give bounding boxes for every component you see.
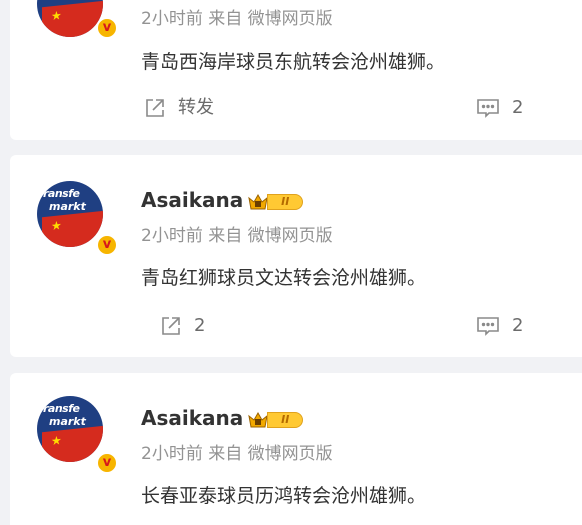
repost-icon (162, 317, 180, 335)
star-icon: ★ (51, 8, 62, 24)
crown-icon (248, 411, 268, 427)
star-icon: ★ (51, 433, 62, 449)
flag-image: ★ (42, 210, 103, 247)
post-time[interactable]: 2小时前 (141, 444, 203, 464)
author-name-text: Asaikana (141, 188, 244, 212)
repost-count: 2 (194, 315, 206, 336)
repost-button[interactable]: 2 (160, 315, 205, 337)
post-source: 来自 微博网页版 (208, 9, 333, 29)
member-level-badge[interactable]: II (247, 191, 305, 213)
level-label: II (267, 193, 304, 210)
comment-button[interactable]: 2 (476, 315, 523, 337)
post-time[interactable]: 2小时前 (141, 9, 203, 29)
verified-icon: v (96, 234, 118, 256)
avatar[interactable]: ransfe markt ★ (37, 181, 103, 247)
post-source: 来自 微博网页版 (208, 444, 333, 464)
avatar-logo-text: ransfe (43, 402, 80, 415)
repost-label: 转发 (178, 97, 214, 118)
post-time[interactable]: 2小时前 (141, 226, 203, 246)
author-name[interactable]: Asaikana II (141, 406, 305, 431)
post-meta: 2小时前 来自 微博网页版 (141, 9, 333, 29)
repost-icon (146, 99, 164, 117)
post-text: 长春亚泰球员历鸿转会沧州雄狮。 (141, 485, 427, 507)
post-source: 来自 微博网页版 (208, 226, 333, 246)
post-card-1: ransfe markt ★ v 2小时前 来自 微博网页版 青岛西海岸球员东航… (10, 0, 582, 140)
avatar[interactable]: ransfe markt ★ (37, 396, 103, 462)
post-card-3: ransfe markt ★ v Asaikana II 2小时前 来自 微博网… (10, 373, 582, 525)
level-label: II (267, 411, 304, 428)
verified-icon: v (96, 452, 118, 474)
avatar[interactable]: ransfe markt ★ (37, 0, 103, 37)
crown-icon (248, 193, 268, 209)
comment-icon (477, 317, 499, 336)
comment-count: 2 (512, 315, 524, 336)
member-level-badge[interactable]: II (247, 409, 305, 431)
post-meta: 2小时前 来自 微博网页版 (141, 444, 333, 464)
verified-icon: v (96, 17, 118, 39)
repost-button[interactable]: 转发 (144, 97, 214, 119)
author-name[interactable]: Asaikana II (141, 188, 305, 213)
star-icon: ★ (51, 218, 62, 234)
post-meta: 2小时前 来自 微博网页版 (141, 226, 333, 246)
comment-count: 2 (512, 97, 524, 118)
post-card-2: ransfe markt ★ v Asaikana II 2小时前 来自 微博网… (10, 155, 582, 357)
post-text: 青岛红狮球员文达转会沧州雄狮。 (141, 267, 427, 289)
comment-icon (477, 99, 499, 118)
post-text: 青岛西海岸球员东航转会沧州雄狮。 (141, 51, 446, 73)
flag-image: ★ (42, 425, 103, 462)
author-name-text: Asaikana (141, 406, 244, 430)
avatar-logo-text: ransfe (43, 187, 80, 200)
flag-image: ★ (42, 0, 103, 37)
comment-button[interactable]: 2 (476, 97, 523, 119)
